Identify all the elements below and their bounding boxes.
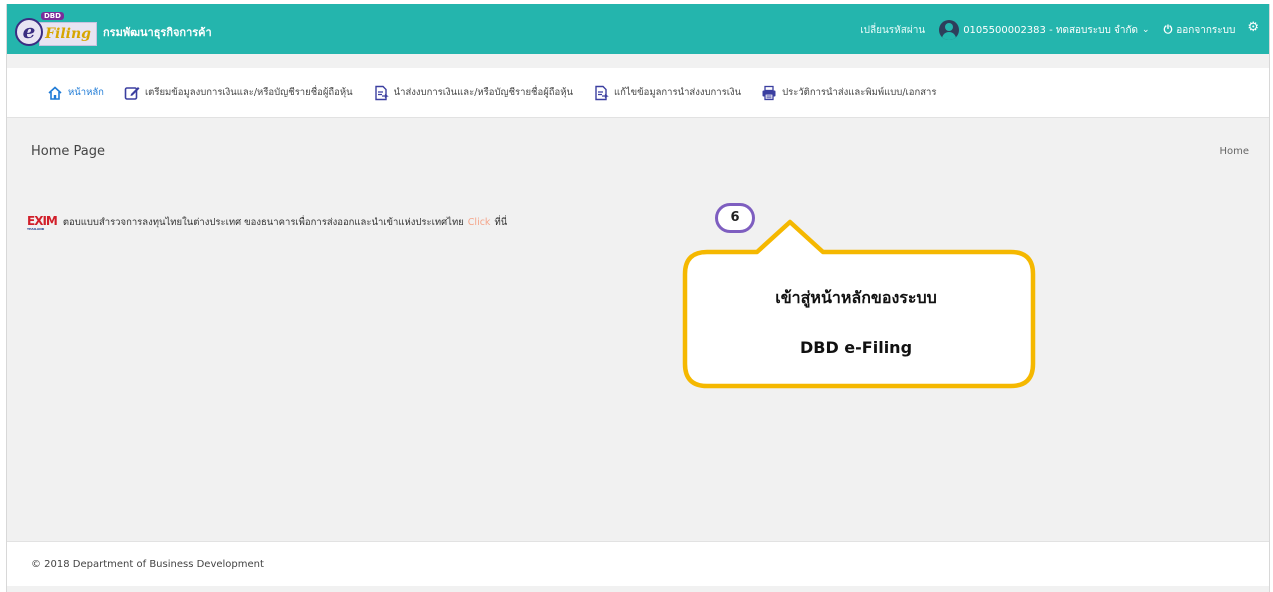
power-icon[interactable]: ⏻: [1164, 23, 1173, 37]
nav-item-edit-submission[interactable]: แก้ไขข้อมูลการนำส่งงบการเงิน: [593, 85, 741, 101]
page-title: Home Page: [31, 144, 105, 159]
survey-notice-text: ตอบแบบสำรวจการลงทุนไทยในต่างประเทศ ของธน…: [62, 217, 464, 228]
logo-filing-text: Filing: [39, 22, 97, 46]
nav-item-submit-statements[interactable]: นำส่งงบการเงินและ/หรือบัญชีรายชื่อผู้ถือ…: [373, 85, 573, 101]
user-menu-area: เปลี่ยนรหัสผ่าน 0105500002383 - ทดสอบระบ…: [860, 18, 1259, 42]
nav-item-label: หน้าหลัก: [68, 87, 104, 98]
nav-item-label: แก้ไขข้อมูลการนำส่งงบการเงิน: [613, 87, 742, 98]
exim-logo-subtext: THAILAND: [27, 227, 45, 231]
logo-e-mark: e: [15, 18, 43, 46]
app-title: กรมพัฒนาธุรกิจการค้า: [103, 26, 212, 39]
logo-dbd-tag: DBD: [41, 12, 64, 20]
step-number-badge: 6: [715, 203, 755, 233]
callout-line-2: DBD e-Filing: [799, 338, 913, 357]
callout-line-1: เข้าสู่หน้าหลักของระบบ: [775, 288, 937, 307]
copyright-text: © 2018 Department of Business Developmen…: [31, 559, 264, 570]
nav-item-label: เตรียมข้อมูลงบการเงินและ/หรือบัญชีรายชื่…: [144, 87, 353, 98]
breadcrumb[interactable]: Home: [1219, 146, 1249, 157]
home-icon: [48, 85, 62, 100]
survey-notice-suffix: ที่นี่: [494, 217, 508, 228]
user-avatar-icon[interactable]: [939, 20, 960, 40]
document-edit-icon: [595, 85, 609, 100]
user-account-dropdown[interactable]: 0105500002383 - ทดสอบระบบ จำกัด: [963, 23, 1138, 38]
exim-logo-text: EXIM: [27, 214, 58, 228]
survey-click-link[interactable]: Click: [468, 217, 491, 228]
edit-icon: [124, 86, 140, 100]
app-window: Filing e DBD กรมพัฒนาธุรกิจการค้า เปลี่ย…: [6, 4, 1270, 592]
footer: © 2018 Department of Business Developmen…: [7, 541, 1269, 586]
nav-item-history-print[interactable]: ประวัติการนำส่งและพิมพ์แบบ/เอกสาร: [761, 85, 936, 101]
dbd-efiling-logo[interactable]: Filing e DBD: [15, 12, 97, 48]
nav-item-home[interactable]: หน้าหลัก: [47, 85, 104, 101]
nav-item-prepare-statements[interactable]: เตรียมข้อมูลงบการเงินและ/หรือบัญชีรายชื่…: [124, 85, 353, 101]
exim-logo: EXIM THAILAND: [27, 214, 58, 231]
nav-item-label: นำส่งงบการเงินและ/หรือบัญชีรายชื่อผู้ถือ…: [393, 87, 573, 98]
nav-item-label: ประวัติการนำส่งและพิมพ์แบบ/เอกสาร: [782, 87, 937, 98]
printer-icon: [762, 85, 776, 100]
gear-icon[interactable]: ⚙: [1247, 20, 1259, 35]
change-password-link[interactable]: เปลี่ยนรหัสผ่าน: [860, 23, 925, 38]
top-bar: Filing e DBD กรมพัฒนาธุรกิจการค้า เปลี่ย…: [7, 4, 1269, 54]
chevron-down-icon[interactable]: ⌄: [1142, 25, 1150, 35]
logout-link[interactable]: ออกจากระบบ: [1176, 23, 1235, 38]
survey-notice: EXIM THAILAND ตอบแบบสำรวจการลงทุนไทยในต่…: [27, 214, 507, 231]
main-navigation: หน้าหลัก เตรียมข้อมูลงบการเงินและ/หรือบั…: [7, 68, 1269, 118]
document-submit-icon: [374, 85, 389, 100]
